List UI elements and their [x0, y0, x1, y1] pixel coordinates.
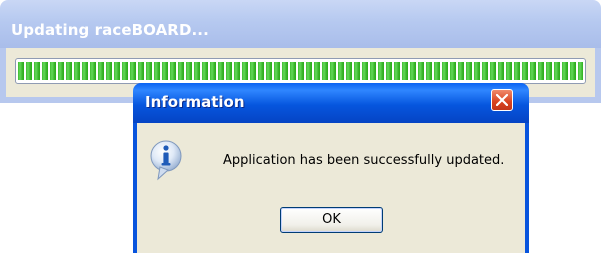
- info-icon: [150, 140, 182, 181]
- dialog-titlebar[interactable]: Information: [133, 83, 529, 123]
- dialog-message: Application has been successfully update…: [223, 153, 505, 168]
- dialog-frame: Application has been successfully update…: [133, 123, 529, 253]
- information-dialog: Information Application has been success…: [133, 83, 529, 253]
- updater-title: Updating raceBOARD...: [11, 21, 209, 39]
- dialog-body: Application has been successfully update…: [137, 123, 525, 253]
- close-button[interactable]: [491, 89, 513, 111]
- progress-fill: [18, 62, 583, 80]
- dialog-title: Information: [145, 93, 245, 111]
- progress-bar: [15, 58, 586, 84]
- updater-titlebar: Updating raceBOARD...: [0, 0, 601, 48]
- close-icon: [496, 94, 508, 106]
- ok-button[interactable]: OK: [280, 207, 383, 233]
